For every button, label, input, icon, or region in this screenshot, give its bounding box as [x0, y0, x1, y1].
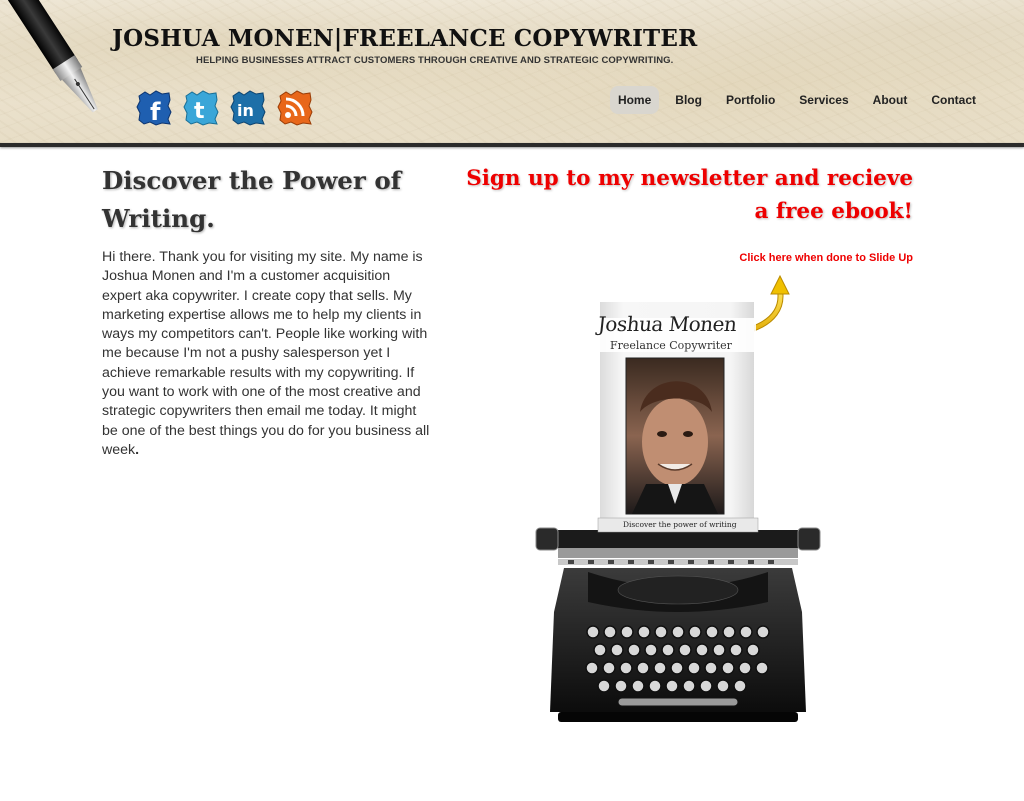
site-title: JOSHUA MONEN|FREELANCE COPYWRITER	[112, 25, 698, 52]
intro-paragraph: Hi there. Thank you for visiting my site…	[102, 248, 432, 460]
nav-item-home[interactable]: Home	[609, 86, 660, 114]
nav-item-services[interactable]: Services	[791, 86, 856, 114]
svg-text:in: in	[237, 101, 254, 120]
site-tagline: HELPING BUSINESSES ATTRACT CUSTOMERS THR…	[196, 55, 674, 66]
typewriter-brand-name: Joshua Monen	[596, 312, 738, 336]
typewriter-brand-role: Freelance Copywriter	[610, 339, 732, 352]
nav-item-blog[interactable]: Blog	[667, 86, 710, 114]
svg-text:f: f	[150, 98, 161, 126]
site-header: JOSHUA MONEN|FREELANCE COPYWRITER HELPIN…	[0, 0, 1024, 144]
header-divider	[0, 143, 1024, 147]
fountain-pen-icon	[0, 0, 140, 140]
nav-item-about[interactable]: About	[865, 86, 916, 114]
intro-heading: Discover the Power of Writing.	[102, 166, 402, 233]
intro-body-text: Hi there. Thank you for visiting my site…	[102, 249, 430, 458]
main-nav: Home Blog Portfolio Services About Conta…	[602, 86, 984, 114]
intro-body-end: .	[135, 441, 140, 458]
nav-item-contact[interactable]: Contact	[923, 86, 984, 114]
slide-up-link[interactable]: Click here when done to Slide Up	[739, 252, 913, 264]
typewriter-illustration: Joshua Monen Freelance Copywriter Discov…	[528, 272, 828, 727]
typewriter-paper-caption: Discover the power of writing	[623, 520, 737, 529]
svg-text:t: t	[194, 99, 205, 124]
linkedin-icon[interactable]: in	[230, 90, 266, 126]
twitter-icon[interactable]: t	[183, 90, 219, 126]
facebook-icon[interactable]: f	[136, 90, 172, 126]
nav-item-portfolio[interactable]: Portfolio	[718, 86, 783, 114]
newsletter-heading: Sign up to my newsletter and recieve a f…	[466, 166, 913, 224]
page: JOSHUA MONEN|FREELANCE COPYWRITER HELPIN…	[0, 0, 1024, 801]
social-links: f t in	[136, 90, 313, 126]
rss-icon[interactable]	[277, 90, 313, 126]
